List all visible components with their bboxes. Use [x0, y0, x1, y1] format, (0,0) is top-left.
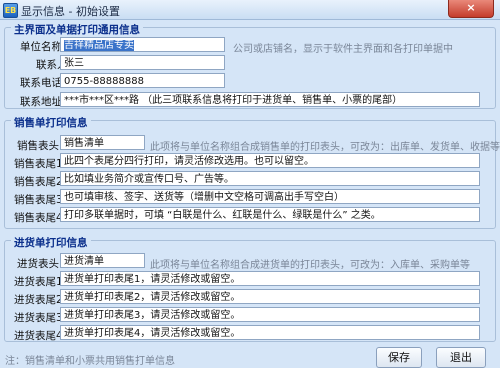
footer-note: 注：销售清单和小票共用销售打单信息	[5, 356, 175, 367]
purchase-footer-3-field[interactable]: 进货单打印表尾3，请灵活修改或留空。	[60, 307, 480, 322]
sales-footer-1-field[interactable]: 此四个表尾分四行打印，请灵活修改选用。也可以留空。	[60, 153, 480, 168]
exit-button[interactable]: 退出	[436, 347, 486, 368]
sales-header-label: 销售表头	[17, 140, 59, 152]
purchase-footer-4-label: 进货表尾4	[14, 330, 63, 342]
purchase-footer-1-label: 进货表尾1	[14, 276, 63, 288]
close-button[interactable]: ×	[448, 0, 494, 18]
sales-header-field[interactable]: 销售清单	[60, 135, 145, 150]
purchase-footer-2-label: 进货表尾2	[14, 294, 63, 306]
address-field[interactable]: ***市***区***路 （此三项联系信息将打印于进货单、销售单、小票的尾部）	[60, 92, 480, 107]
phone-field[interactable]: 0755-88888888	[60, 73, 225, 88]
sales-section-title: 销售单打印信息	[11, 115, 91, 130]
sales-footer-1-label: 销售表尾1	[14, 158, 63, 170]
purchase-header-hint: 此项将与单位名称组合成进货单的打印表头，可改为：入库单、采购单等	[150, 260, 470, 271]
sales-footer-4-label: 销售表尾4	[14, 212, 63, 224]
address-label: 联系地址	[20, 96, 62, 108]
sales-footer-2-label: 销售表尾2	[14, 176, 63, 188]
company-value: 吉祥精品店专卖	[64, 40, 134, 51]
purchase-footer-1-field[interactable]: 进货单打印表尾1，请灵活修改或留空。	[60, 271, 480, 286]
purchase-header-label: 进货表头	[17, 258, 59, 270]
app-icon: EB	[3, 3, 18, 18]
sales-footer-2-field[interactable]: 比如填业务简介或宣传口号、广告等。	[60, 171, 480, 186]
sales-header-hint: 此项将与单位名称组合成销售单的打印表头，可改为：出库单、发货单、收据等	[150, 142, 500, 153]
window-title: 显示信息 - 初始设置	[21, 5, 120, 18]
company-hint: 公司或店铺名，显示于软件主界面和各打印单据中	[233, 44, 453, 55]
contact-field[interactable]: 张三	[60, 55, 225, 70]
save-button[interactable]: 保存	[376, 347, 422, 368]
purchase-footer-3-label: 进货表尾3	[14, 312, 63, 324]
purchase-section-title: 进货单打印信息	[11, 235, 91, 250]
sales-footer-3-field[interactable]: 也可填审核、签字、送货等（增删中文空格可调高出手写空白）	[60, 189, 480, 204]
company-field[interactable]: 吉祥精品店专卖	[60, 37, 225, 52]
purchase-footer-2-field[interactable]: 进货单打印表尾2，请灵活修改或留空。	[60, 289, 480, 304]
purchase-footer-4-field[interactable]: 进货单打印表尾4，请灵活修改或留空。	[60, 325, 480, 340]
sales-footer-4-field[interactable]: 打印多联单据时，可填 “白联是什么、红联是什么、绿联是什么” 之类。	[60, 207, 480, 222]
sales-footer-3-label: 销售表尾3	[14, 194, 63, 206]
company-label: 单位名称	[20, 41, 62, 53]
phone-label: 联系电话	[20, 77, 62, 89]
purchase-header-field[interactable]: 进货清单	[60, 253, 145, 268]
title-bar: EB 显示信息 - 初始设置 ×	[0, 0, 500, 20]
main-section-title: 主界面及单据打印通用信息	[11, 22, 143, 37]
